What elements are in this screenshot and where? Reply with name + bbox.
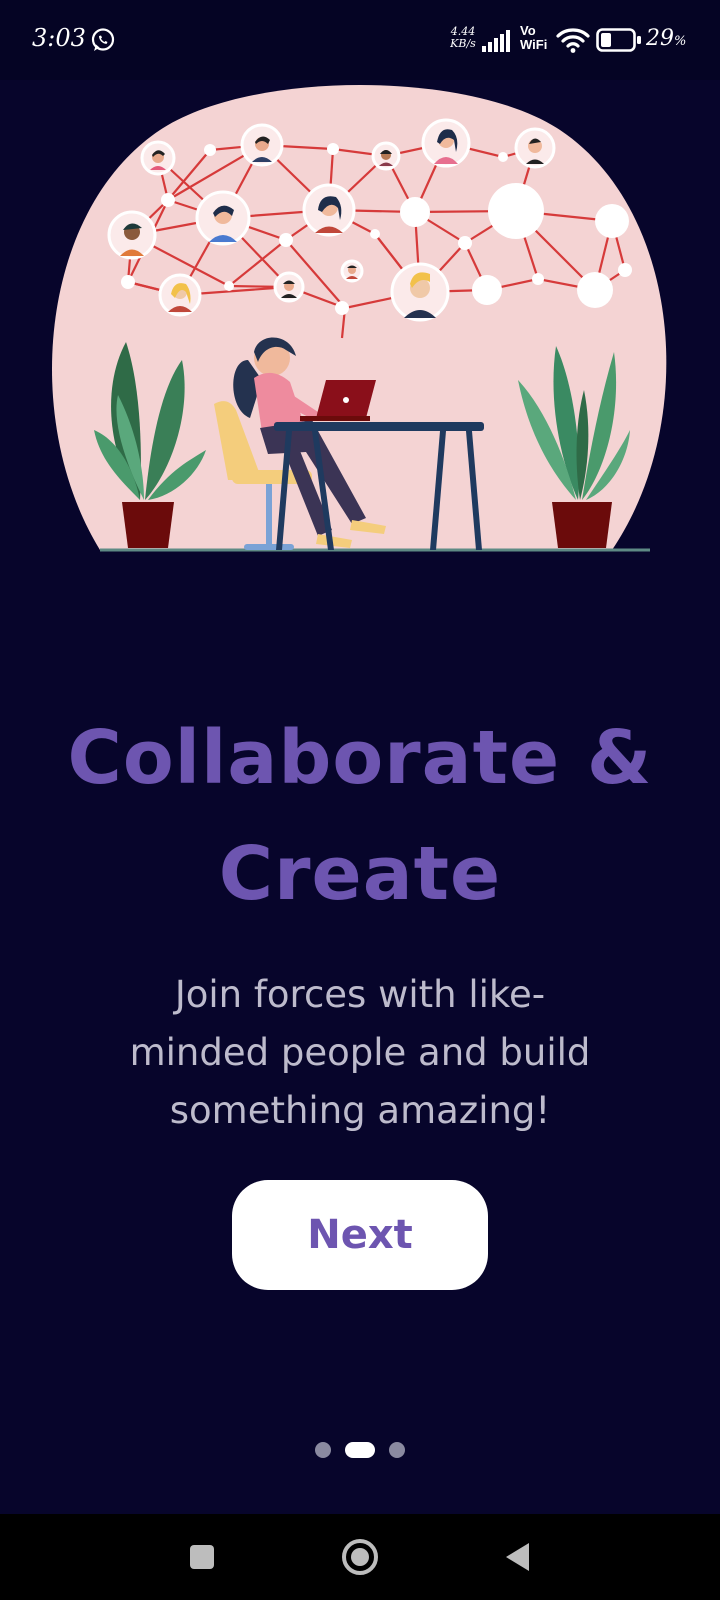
system-nav-bar: [0, 1514, 720, 1600]
next-button[interactable]: Next: [232, 1180, 488, 1290]
network-speed: 4.44 KB/s: [448, 26, 478, 50]
page-dot[interactable]: [389, 1442, 405, 1458]
vowifi-indicator: Vo WiFi: [520, 24, 552, 52]
recents-button[interactable]: [157, 1514, 247, 1600]
status-time: 3:03: [32, 24, 86, 52]
subtitle-line-3: something amazing!: [169, 1089, 551, 1132]
recents-square-icon: [190, 1545, 214, 1569]
wifi-icon: [556, 28, 590, 53]
back-triangle-icon: [506, 1543, 529, 1571]
vowifi-bottom: WiFi: [520, 37, 548, 52]
battery-icon: [596, 28, 641, 52]
battery-fill: [601, 33, 612, 47]
page-dot-active[interactable]: [345, 1442, 375, 1458]
vowifi-top: Vo: [520, 23, 536, 38]
back-button[interactable]: [473, 1514, 563, 1600]
page-dot[interactable]: [315, 1442, 331, 1458]
network-speed-unit: KB/s: [450, 37, 476, 50]
page-indicator: [0, 1440, 720, 1460]
signal-icon: [482, 30, 510, 52]
whatsapp-icon: [91, 28, 115, 51]
home-button[interactable]: [315, 1514, 405, 1600]
subtitle-line-2: minded people and build: [129, 1031, 591, 1074]
collaboration-illustration: [52, 85, 667, 552]
home-circle-icon: [342, 1539, 378, 1575]
title-line-2: Create: [218, 831, 502, 917]
subtitle-line-1: Join forces with like-: [174, 973, 546, 1016]
battery-percent-unit: %: [674, 34, 687, 49]
page-subtitle: Join forces with like- minded people and…: [80, 966, 640, 1140]
battery-percent-value: 29: [646, 26, 674, 51]
page-title: Collaborate & Create: [40, 700, 680, 932]
title-line-1: Collaborate &: [67, 715, 653, 801]
battery-percent: 29%: [646, 26, 686, 51]
